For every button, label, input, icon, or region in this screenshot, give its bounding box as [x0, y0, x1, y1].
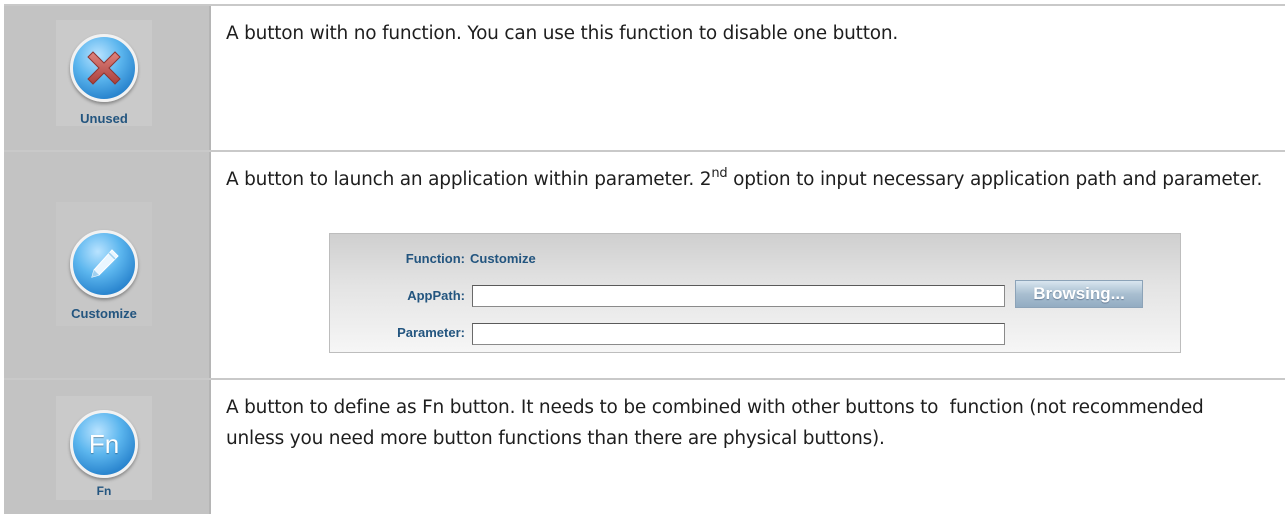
table-row-fn: Fn Fn A button to define as Fn button. I…: [4, 380, 1285, 514]
close-x-icon: [87, 51, 121, 85]
description-cell: A button to define as Fn button. It need…: [211, 380, 1285, 514]
apppath-label: AppPath:: [407, 288, 465, 303]
function-tile-customize: Customize: [56, 202, 152, 326]
table-row-unused: Unused A button with no function. You ca…: [4, 6, 1285, 152]
unused-orb: [70, 34, 138, 102]
customize-orb: [70, 230, 138, 298]
function-label: Function:: [405, 251, 465, 266]
description-cell: A button to launch an application within…: [211, 152, 1285, 378]
function-row: Function:: [330, 246, 465, 272]
icon-cell: Customize: [4, 152, 211, 378]
description-fn: A button to define as Fn button. It need…: [226, 397, 1210, 449]
fn-icon: Fn: [88, 428, 120, 459]
table-row-customize: Customize A button to launch an applicat…: [4, 152, 1285, 380]
description-text: option to input necessary application pa…: [727, 169, 1263, 190]
apppath-input[interactable]: [472, 285, 1005, 307]
function-value: Customize: [470, 251, 536, 266]
fn-orb: Fn: [70, 410, 138, 478]
tile-label-unused: Unused: [80, 111, 128, 126]
customize-settings-panel: Function: Customize AppPath: Browsing...…: [329, 233, 1181, 353]
tile-label-fn: Fn: [96, 484, 112, 498]
browsing-button[interactable]: Browsing...: [1015, 280, 1143, 308]
parameter-row: Parameter:: [330, 320, 465, 346]
apppath-row: AppPath:: [330, 283, 465, 309]
pencil-icon: [91, 249, 119, 278]
description-cell: A button with no function. You can use t…: [211, 6, 1285, 150]
description-customize: A button to launch an application within…: [226, 164, 1285, 195]
button-function-table: Unused A button with no function. You ca…: [4, 4, 1285, 514]
parameter-label: Parameter:: [397, 325, 465, 340]
function-tile-unused: Unused: [56, 20, 152, 126]
description-unused: A button with no function. You can use t…: [226, 23, 899, 44]
ordinal-suffix: nd: [711, 166, 728, 181]
tile-label-customize: Customize: [71, 306, 137, 321]
parameter-input[interactable]: [472, 323, 1005, 345]
icon-cell: Unused: [4, 6, 211, 150]
function-tile-fn: Fn Fn: [56, 396, 152, 500]
description-text: A button to launch an application within…: [226, 169, 712, 190]
icon-cell: Fn Fn: [4, 380, 211, 514]
